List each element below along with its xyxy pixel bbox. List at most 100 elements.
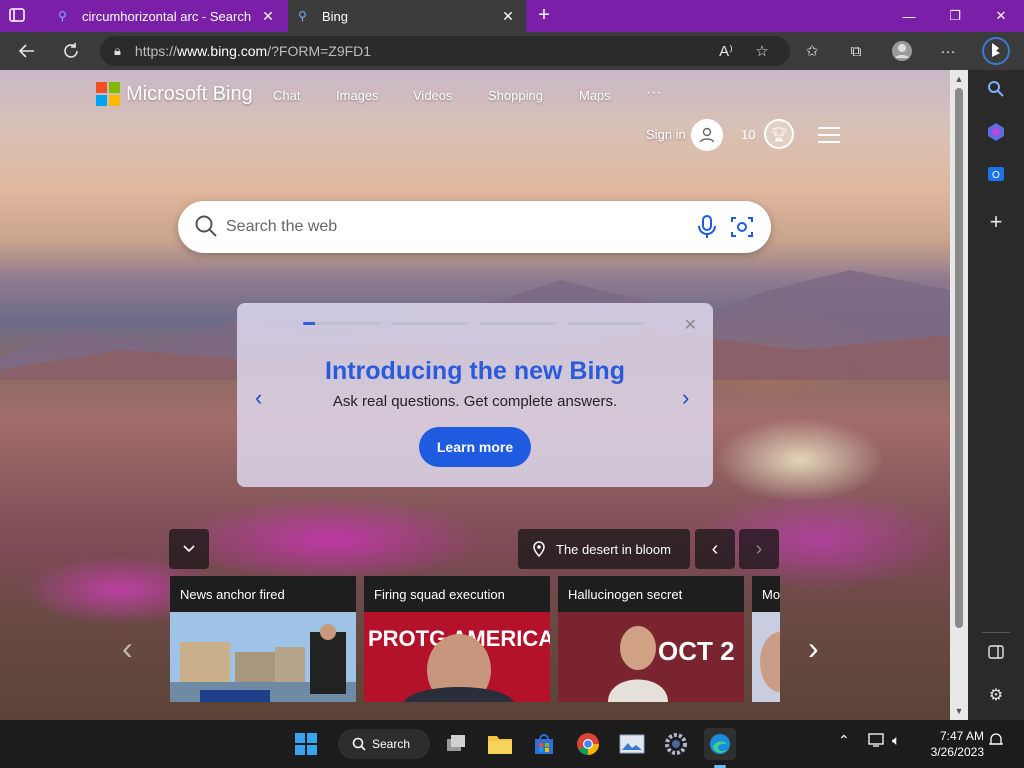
new-tab-button[interactable]: + bbox=[532, 4, 556, 28]
bing-copilot-icon[interactable] bbox=[982, 36, 1010, 66]
microsoft-logo-icon bbox=[96, 82, 120, 106]
nav-videos[interactable]: Videos bbox=[413, 88, 453, 103]
tab-close-button[interactable]: ✕ bbox=[260, 8, 276, 25]
news-card-caption: News anchor fired bbox=[170, 576, 356, 612]
close-promo-button[interactable]: ✕ bbox=[684, 315, 697, 335]
taskbar-search-button[interactable]: Search bbox=[338, 729, 430, 759]
promo-title: Introducing the new Bing bbox=[325, 357, 625, 385]
back-button[interactable] bbox=[12, 36, 42, 66]
svg-text:OCT 2: OCT 2 bbox=[658, 636, 735, 666]
clock-time: 7:47 AM bbox=[939, 729, 984, 743]
photos-icon[interactable] bbox=[616, 728, 648, 760]
copilot-icon[interactable] bbox=[984, 122, 1008, 146]
add-icon[interactable]: + bbox=[984, 210, 1008, 234]
menu-icon[interactable] bbox=[818, 127, 840, 143]
gear-icon[interactable]: ⚙ bbox=[984, 684, 1008, 708]
favorites-icon[interactable]: ✩ bbox=[800, 40, 824, 64]
edge-icon[interactable] bbox=[704, 728, 736, 760]
sidebar-divider bbox=[982, 632, 1010, 633]
tab-search[interactable]: ⚲ circumhorizontal arc - Search ✕ bbox=[48, 0, 286, 32]
notification-icon[interactable] bbox=[988, 732, 1004, 751]
windows-taskbar: Search ⌃ 🔈︎ 7:47 AM 3/26/2023 bbox=[0, 720, 1024, 768]
refresh-button[interactable] bbox=[56, 36, 86, 66]
search-box bbox=[178, 201, 771, 253]
windows-start-icon[interactable] bbox=[290, 728, 322, 760]
system-clock[interactable]: 7:47 AM 3/26/2023 bbox=[918, 728, 984, 760]
collections-icon[interactable]: ⧉ bbox=[844, 40, 868, 64]
title-bar: ⚲ circumhorizontal arc - Search ✕ ⚲ Bing… bbox=[0, 0, 1024, 32]
microsoft-store-icon[interactable] bbox=[528, 728, 560, 760]
url-text: https://www.bing.com/?FORM=Z9FD1 bbox=[134, 43, 372, 59]
news-next-button[interactable]: › bbox=[808, 630, 819, 667]
news-card[interactable]: Mo bbox=[752, 576, 780, 702]
profile-icon[interactable] bbox=[890, 40, 914, 64]
search-icon bbox=[195, 215, 217, 237]
volume-icon[interactable]: 🔈︎ bbox=[892, 732, 900, 749]
search-input[interactable] bbox=[226, 213, 666, 241]
nav-shopping[interactable]: Shopping bbox=[488, 88, 543, 103]
search-icon: ⚲ bbox=[298, 9, 307, 23]
learn-more-button[interactable]: Learn more bbox=[419, 427, 531, 467]
taskbar-search-label: Search bbox=[372, 737, 411, 751]
news-carousel: News anchor fired Firing squad execution… bbox=[170, 576, 780, 702]
visual-search-icon[interactable] bbox=[730, 215, 754, 239]
tab-actions-icon[interactable] bbox=[8, 6, 28, 26]
bing-homepage: Microsoft Bing Chat Images Videos Shoppi… bbox=[0, 70, 950, 720]
hide-sidebar-icon[interactable] bbox=[984, 644, 1008, 668]
tab-bing[interactable]: ⚲ Bing ✕ bbox=[288, 0, 526, 32]
news-card-image: PROTG AMERICA bbox=[364, 612, 550, 702]
previous-image-button[interactable]: ‹ bbox=[695, 529, 735, 569]
settings-gear-icon[interactable] bbox=[660, 728, 692, 760]
image-caption: The desert in bloom bbox=[556, 541, 671, 557]
rewards-points[interactable]: 10 bbox=[741, 127, 755, 142]
news-prev-button[interactable]: ‹ bbox=[122, 630, 133, 667]
scroll-down-icon[interactable]: ▼ bbox=[950, 704, 968, 718]
clock-date: 3/26/2023 bbox=[930, 745, 984, 759]
edge-sidebar: O + ⚙ bbox=[968, 70, 1024, 720]
search-icon[interactable] bbox=[984, 80, 1008, 104]
news-card[interactable]: Hallucinogen secret OCT 2 bbox=[558, 576, 744, 702]
lock-icon[interactable]: 🔒︎ bbox=[114, 43, 121, 59]
nav-chat[interactable]: Chat bbox=[273, 88, 300, 103]
toolbar: 🔒︎ https://www.bing.com/?FORM=Z9FD1 bbox=[0, 32, 1024, 70]
nav-maps[interactable]: Maps bbox=[579, 88, 611, 103]
news-card-caption: Hallucinogen secret bbox=[558, 576, 744, 612]
restore-button[interactable]: ❐ bbox=[932, 0, 978, 32]
search-icon bbox=[352, 737, 366, 751]
nav-more[interactable]: ··· bbox=[646, 84, 662, 102]
network-icon[interactable] bbox=[868, 732, 886, 751]
news-card[interactable]: News anchor fired bbox=[170, 576, 356, 702]
tab-close-button[interactable]: ✕ bbox=[500, 8, 516, 25]
read-aloud-icon[interactable]: A⁾ bbox=[714, 40, 738, 64]
refresh-icon bbox=[64, 43, 78, 58]
user-avatar-icon[interactable] bbox=[691, 119, 723, 151]
image-info-button[interactable]: The desert in bloom bbox=[518, 529, 690, 569]
add-favorite-icon[interactable]: ☆ bbox=[750, 40, 774, 64]
chevron-up-icon[interactable]: ⌃ bbox=[838, 732, 850, 749]
more-options-icon[interactable]: ··· bbox=[936, 40, 960, 64]
close-window-button[interactable]: ✕ bbox=[978, 0, 1024, 32]
promo-subtitle: Ask real questions. Get complete answers… bbox=[332, 393, 618, 410]
file-explorer-icon[interactable] bbox=[484, 728, 516, 760]
trophy-icon[interactable]: 🏆︎ bbox=[764, 119, 794, 149]
location-pin-icon bbox=[533, 541, 545, 557]
outlook-icon[interactable]: O bbox=[984, 164, 1008, 188]
expand-feed-button[interactable] bbox=[169, 529, 209, 569]
task-view-icon[interactable] bbox=[440, 728, 472, 760]
news-card-image bbox=[752, 612, 780, 702]
news-card-caption: Mo bbox=[752, 576, 780, 612]
sign-in-link[interactable]: Sign in bbox=[646, 127, 686, 142]
minimize-button[interactable]: — bbox=[886, 0, 932, 32]
chrome-icon[interactable] bbox=[572, 728, 604, 760]
microphone-icon[interactable] bbox=[696, 215, 718, 239]
new-bing-promo-card: ✕ ‹ › Introducing the new Bing Ask real … bbox=[237, 303, 713, 487]
page-scrollbar[interactable]: ▲ ▼ bbox=[950, 70, 968, 720]
nav-images[interactable]: Images bbox=[336, 88, 379, 103]
search-icon: ⚲ bbox=[58, 9, 67, 23]
news-card[interactable]: Firing squad execution PROTG AMERICA bbox=[364, 576, 550, 702]
address-bar[interactable]: 🔒︎ https://www.bing.com/?FORM=Z9FD1 bbox=[100, 36, 790, 66]
scrollbar-thumb[interactable] bbox=[955, 88, 963, 628]
scroll-up-icon[interactable]: ▲ bbox=[950, 72, 968, 86]
next-image-button[interactable]: › bbox=[739, 529, 779, 569]
bing-logo[interactable]: Microsoft Bing bbox=[96, 82, 253, 106]
